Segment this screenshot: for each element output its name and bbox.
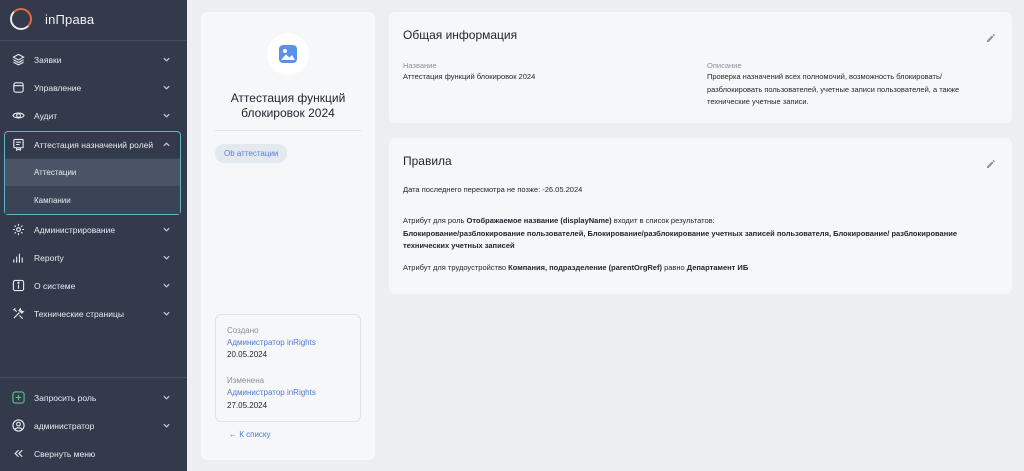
sidebar-item-label: Аттестация назначений ролей bbox=[34, 139, 154, 150]
divider bbox=[215, 130, 361, 131]
modified-date: 27.05.2024 bbox=[227, 401, 268, 410]
sidebar-item-audit[interactable]: Аудит bbox=[4, 102, 181, 129]
description-label: Описание bbox=[707, 61, 742, 70]
tools-icon bbox=[12, 307, 25, 320]
sidebar-item-label: Администрирование bbox=[34, 224, 116, 235]
created-by-link[interactable]: Администратор inRights bbox=[227, 338, 316, 347]
attestation-profile-card: Аттестация функций блокировок 2024 Ob ат… bbox=[201, 12, 375, 460]
tab-about-attestation[interactable]: Ob аттестации bbox=[215, 144, 288, 163]
request-role-button[interactable]: Запросить роль bbox=[4, 384, 181, 411]
chevron-down-icon bbox=[162, 111, 171, 120]
edit-icon[interactable] bbox=[986, 30, 996, 42]
sidebar-item-administration[interactable]: Администрирование bbox=[4, 216, 181, 243]
meta-info: Создано Администратор inRights 20.05.202… bbox=[215, 314, 361, 422]
chevron-down-icon bbox=[162, 225, 171, 234]
sidebar-item-label: Reporty bbox=[34, 252, 64, 263]
modified-by-link[interactable]: Администратор inRights bbox=[227, 388, 316, 397]
sidebar-item-tech-pages[interactable]: Технические страницы bbox=[4, 300, 181, 327]
sidebar-item-label: О системе bbox=[34, 280, 76, 291]
sidebar-item-attestation[interactable]: Аттестация назначений ролей bbox=[4, 131, 181, 158]
back-to-list-link[interactable]: ← К списку bbox=[229, 430, 271, 439]
sidebar: inПрава Заявки Управление Аудит Аттестац… bbox=[0, 0, 187, 471]
chevron-down-icon bbox=[162, 393, 171, 402]
edit-icon[interactable] bbox=[986, 156, 996, 168]
chevron-down-icon bbox=[162, 253, 171, 262]
collapse-icon bbox=[12, 447, 25, 460]
review-deadline: Дата последнего пересмотра не позже: -26… bbox=[403, 185, 583, 194]
bar-chart-icon bbox=[12, 251, 25, 264]
info-icon bbox=[12, 279, 25, 292]
chevron-down-icon bbox=[162, 83, 171, 92]
name-label: Название bbox=[403, 61, 437, 70]
sidebar-subitem-campaigns[interactable]: Кампании bbox=[5, 187, 180, 214]
chevron-up-icon bbox=[162, 140, 171, 149]
general-info-title: Общая информация bbox=[403, 28, 518, 42]
general-info-card: Общая информация Название Аттестация фун… bbox=[389, 12, 1012, 123]
sidebar-subitem-attestations[interactable]: Аттестации bbox=[5, 159, 180, 186]
sidebar-item-label: Заявки bbox=[34, 54, 62, 65]
image-icon bbox=[279, 45, 297, 63]
eye-icon bbox=[12, 109, 25, 122]
sidebar-item-requests[interactable]: Заявки bbox=[4, 46, 181, 73]
logo-icon bbox=[10, 8, 32, 30]
chevron-down-icon bbox=[162, 421, 171, 430]
rule-employment-attribute: Атрибут для трудоустройство Компания, по… bbox=[403, 262, 993, 275]
avatar bbox=[267, 33, 309, 75]
divider bbox=[0, 40, 187, 41]
chevron-down-icon bbox=[162, 55, 171, 64]
rule-attribute: Отображаемое название (displayName) bbox=[466, 216, 612, 225]
sidebar-item-label: администратор bbox=[34, 420, 95, 431]
layers-icon bbox=[12, 53, 25, 66]
created-date: 20.05.2024 bbox=[227, 350, 268, 359]
folder-icon bbox=[12, 81, 25, 94]
rule-role-attribute: Атрибут для роль Отображаемое название (… bbox=[403, 215, 993, 253]
description-value: Проверка назначений всех полномочий, воз… bbox=[707, 72, 960, 106]
brand-name: inПрава bbox=[45, 11, 95, 27]
attestation-icon bbox=[12, 138, 25, 151]
rule-text: Атрибут для роль bbox=[403, 216, 467, 225]
sidebar-item-reports[interactable]: Reporty bbox=[4, 244, 181, 271]
rule-values: Блокирование/разблокирование пользовател… bbox=[403, 228, 958, 251]
sidebar-item-label: Технические страницы bbox=[34, 308, 124, 319]
divider bbox=[0, 377, 187, 378]
sidebar-item-label: Аудит bbox=[34, 110, 58, 121]
gear-icon bbox=[12, 223, 25, 236]
modified-label: Изменена bbox=[227, 376, 265, 385]
rule-attribute: Компания, подразделение (parentOrgRef) bbox=[508, 263, 662, 272]
collapse-menu-button[interactable]: Свернуть меню bbox=[4, 440, 181, 467]
sidebar-item-label: Запросить роль bbox=[34, 392, 97, 403]
chevron-down-icon bbox=[162, 281, 171, 290]
sidebar-item-label: Свернуть меню bbox=[34, 448, 96, 459]
rules-card: Правила Дата последнего пересмотра не по… bbox=[389, 138, 1012, 294]
plus-square-icon bbox=[12, 391, 25, 404]
page-title: Аттестация функций блокировок 2024 bbox=[230, 91, 346, 120]
name-value: Аттестация функций блокировок 2024 bbox=[403, 72, 536, 81]
sidebar-item-label: Управление bbox=[34, 82, 82, 93]
brand[interactable]: inПрава bbox=[10, 8, 94, 30]
rule-text: входит в список результатов: bbox=[611, 216, 715, 225]
rule-value: Департамент ИБ bbox=[686, 263, 749, 272]
sidebar-item-about[interactable]: О системе bbox=[4, 272, 181, 299]
rule-text: Атрибут для трудоустройство bbox=[403, 263, 509, 272]
created-label: Создано bbox=[227, 326, 259, 335]
user-menu[interactable]: администратор bbox=[4, 412, 181, 439]
rule-text: равно bbox=[661, 263, 687, 272]
user-icon bbox=[12, 419, 25, 432]
rules-title: Правила bbox=[403, 154, 452, 168]
sidebar-item-management[interactable]: Управление bbox=[4, 74, 181, 101]
chevron-down-icon bbox=[162, 309, 171, 318]
